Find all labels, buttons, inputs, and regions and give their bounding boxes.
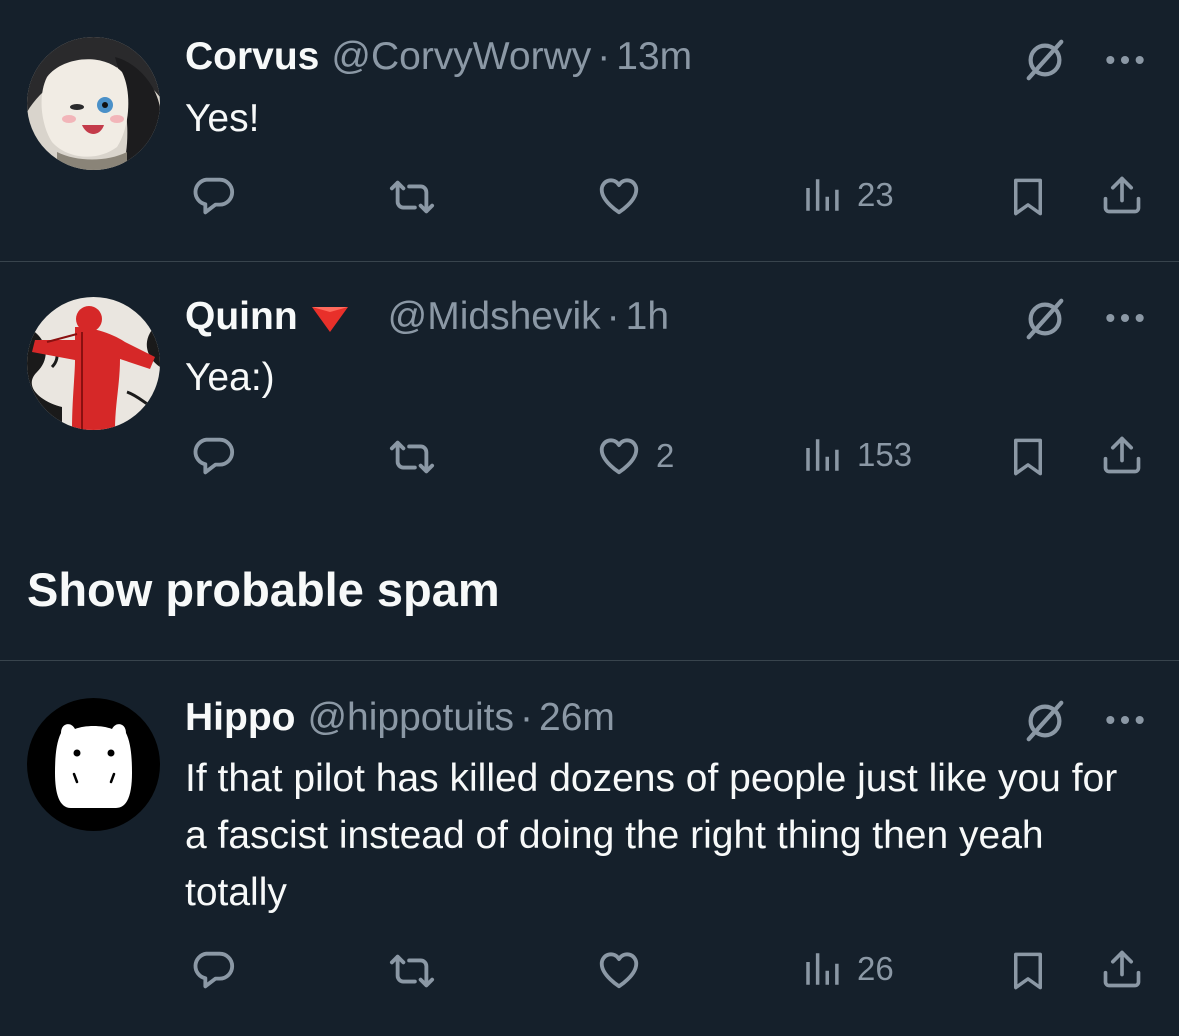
like-count: 2 (656, 437, 675, 474)
red-figure-avatar[interactable] (27, 297, 160, 430)
author-name[interactable]: Hippo (185, 693, 295, 743)
reply-icon (190, 173, 236, 219)
retweet-icon (387, 948, 437, 994)
retweet-button[interactable] (387, 174, 451, 220)
author-handle[interactable]: @Midshevik (388, 292, 601, 342)
tweet-corvus[interactable]: Corvus @CorvyWorwy · 13m Yes! 23 (0, 0, 1179, 261)
reply-button[interactable] (190, 433, 250, 479)
tweet-text: Yes! (185, 97, 260, 140)
reply-button[interactable] (190, 173, 250, 219)
grok-icon[interactable] (1022, 698, 1068, 744)
views-button[interactable]: 153 (801, 434, 912, 476)
views-button[interactable]: 26 (801, 948, 894, 990)
heart-icon (596, 173, 642, 219)
reply-icon (190, 433, 236, 479)
tweet-quinn[interactable]: Quinn @Midshevik · 1h Yea:) 2 153 (0, 262, 1179, 532)
timestamp[interactable]: 26m (539, 693, 615, 743)
views-icon (801, 434, 843, 476)
tweet-hippo[interactable]: Hippo @hippotuits · 26m If that pilot ha… (0, 661, 1179, 1036)
hippo-avatar[interactable] (27, 698, 160, 831)
views-count: 153 (857, 436, 913, 473)
timestamp[interactable]: 13m (616, 32, 692, 82)
views-icon (801, 174, 843, 216)
more-options-icon[interactable] (1103, 38, 1147, 82)
tweet-header: Corvus @CorvyWorwy · 13m (185, 32, 692, 82)
bookmark-icon[interactable] (1007, 434, 1049, 480)
separator: · (520, 696, 534, 739)
share-icon[interactable] (1100, 432, 1144, 478)
share-icon[interactable] (1100, 172, 1144, 218)
views-icon (801, 948, 843, 990)
tweet-header: Hippo @hippotuits · 26m (185, 693, 615, 743)
like-button[interactable] (596, 947, 656, 993)
bookmark-icon[interactable] (1007, 948, 1049, 994)
heart-icon (596, 433, 642, 479)
reply-icon (190, 947, 236, 993)
timestamp[interactable]: 1h (626, 292, 669, 342)
tweet-header: Quinn @Midshevik · 1h (185, 292, 669, 342)
retweet-button[interactable] (387, 948, 451, 994)
grok-icon[interactable] (1022, 296, 1068, 342)
author-name[interactable]: Quinn (185, 292, 298, 342)
author-handle[interactable]: @CorvyWorwy (331, 32, 591, 82)
tweet-text: If that pilot has killed dozens of peopl… (185, 757, 1118, 914)
tweet-text: Yea:) (185, 356, 275, 399)
retweet-icon (387, 434, 437, 480)
red-triangle-icon (311, 307, 348, 332)
retweet-icon (387, 174, 437, 220)
share-icon[interactable] (1100, 946, 1144, 992)
author-name[interactable]: Corvus (185, 32, 319, 82)
retweet-button[interactable] (387, 434, 451, 480)
views-count: 26 (857, 950, 894, 987)
like-button[interactable]: 2 (596, 433, 674, 479)
views-button[interactable]: 23 (801, 174, 894, 216)
bookmark-icon[interactable] (1007, 174, 1049, 220)
reply-button[interactable] (190, 947, 250, 993)
show-probable-spam-button[interactable]: Show probable spam (27, 558, 500, 622)
more-options-icon[interactable] (1103, 698, 1147, 742)
cat-avatar[interactable] (27, 37, 160, 170)
separator: · (606, 295, 620, 338)
author-handle[interactable]: @hippotuits (307, 693, 514, 743)
more-options-icon[interactable] (1103, 296, 1147, 340)
views-count: 23 (857, 176, 894, 213)
separator: · (597, 35, 611, 78)
grok-icon[interactable] (1022, 37, 1068, 83)
heart-icon (596, 947, 642, 993)
like-button[interactable] (596, 173, 656, 219)
